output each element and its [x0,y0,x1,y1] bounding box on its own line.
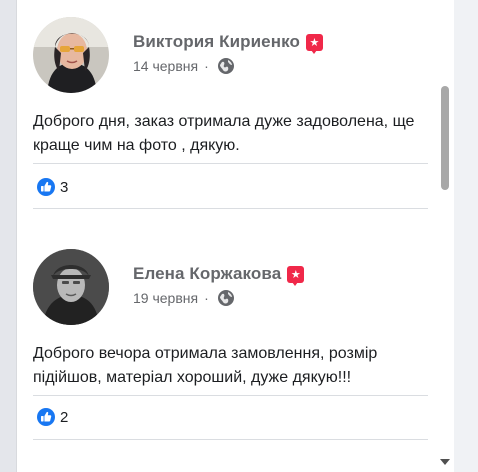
review-text: Доброго вечора отримала замовлення, розм… [33,345,378,386]
reactions[interactable]: 3 [37,177,68,197]
author-row: Елена Коржакова ★ [133,263,305,286]
globe-icon [217,58,234,74]
divider [33,395,428,396]
review-meta: 19 червня · [133,288,235,308]
reaction-count[interactable]: 2 [60,409,68,426]
avatar[interactable] [33,17,109,93]
author-name[interactable]: Елена Коржакова [133,264,281,284]
recommend-icon: ★ [305,33,323,54]
review-date[interactable]: 19 червня [133,290,198,306]
divider [33,163,428,164]
divider [33,208,428,209]
avatar[interactable] [33,249,109,325]
meta-separator: · [204,58,209,74]
globe-icon [217,290,234,306]
review-meta: 14 червня · [133,56,235,76]
scroll-down-arrow-icon[interactable] [440,459,450,465]
review-date[interactable]: 14 червня [133,58,198,74]
like-icon [37,178,55,196]
scrollbar-thumb[interactable] [441,86,449,190]
author-name[interactable]: Виктория Кириенко [133,32,300,52]
recommend-icon: ★ [287,265,305,286]
reactions[interactable]: 2 [37,407,68,427]
left-frame [0,0,16,472]
left-frame-edge [16,0,17,472]
author-row: Виктория Кириенко ★ [133,31,323,54]
like-icon [37,408,55,426]
review-text: Доброго дня, заказ отримала дуже задовол… [33,113,415,154]
divider [33,439,428,440]
reaction-count[interactable]: 3 [60,179,68,196]
right-gutter [454,0,478,472]
scrollbar-track[interactable] [436,0,454,472]
meta-separator: · [204,290,209,306]
